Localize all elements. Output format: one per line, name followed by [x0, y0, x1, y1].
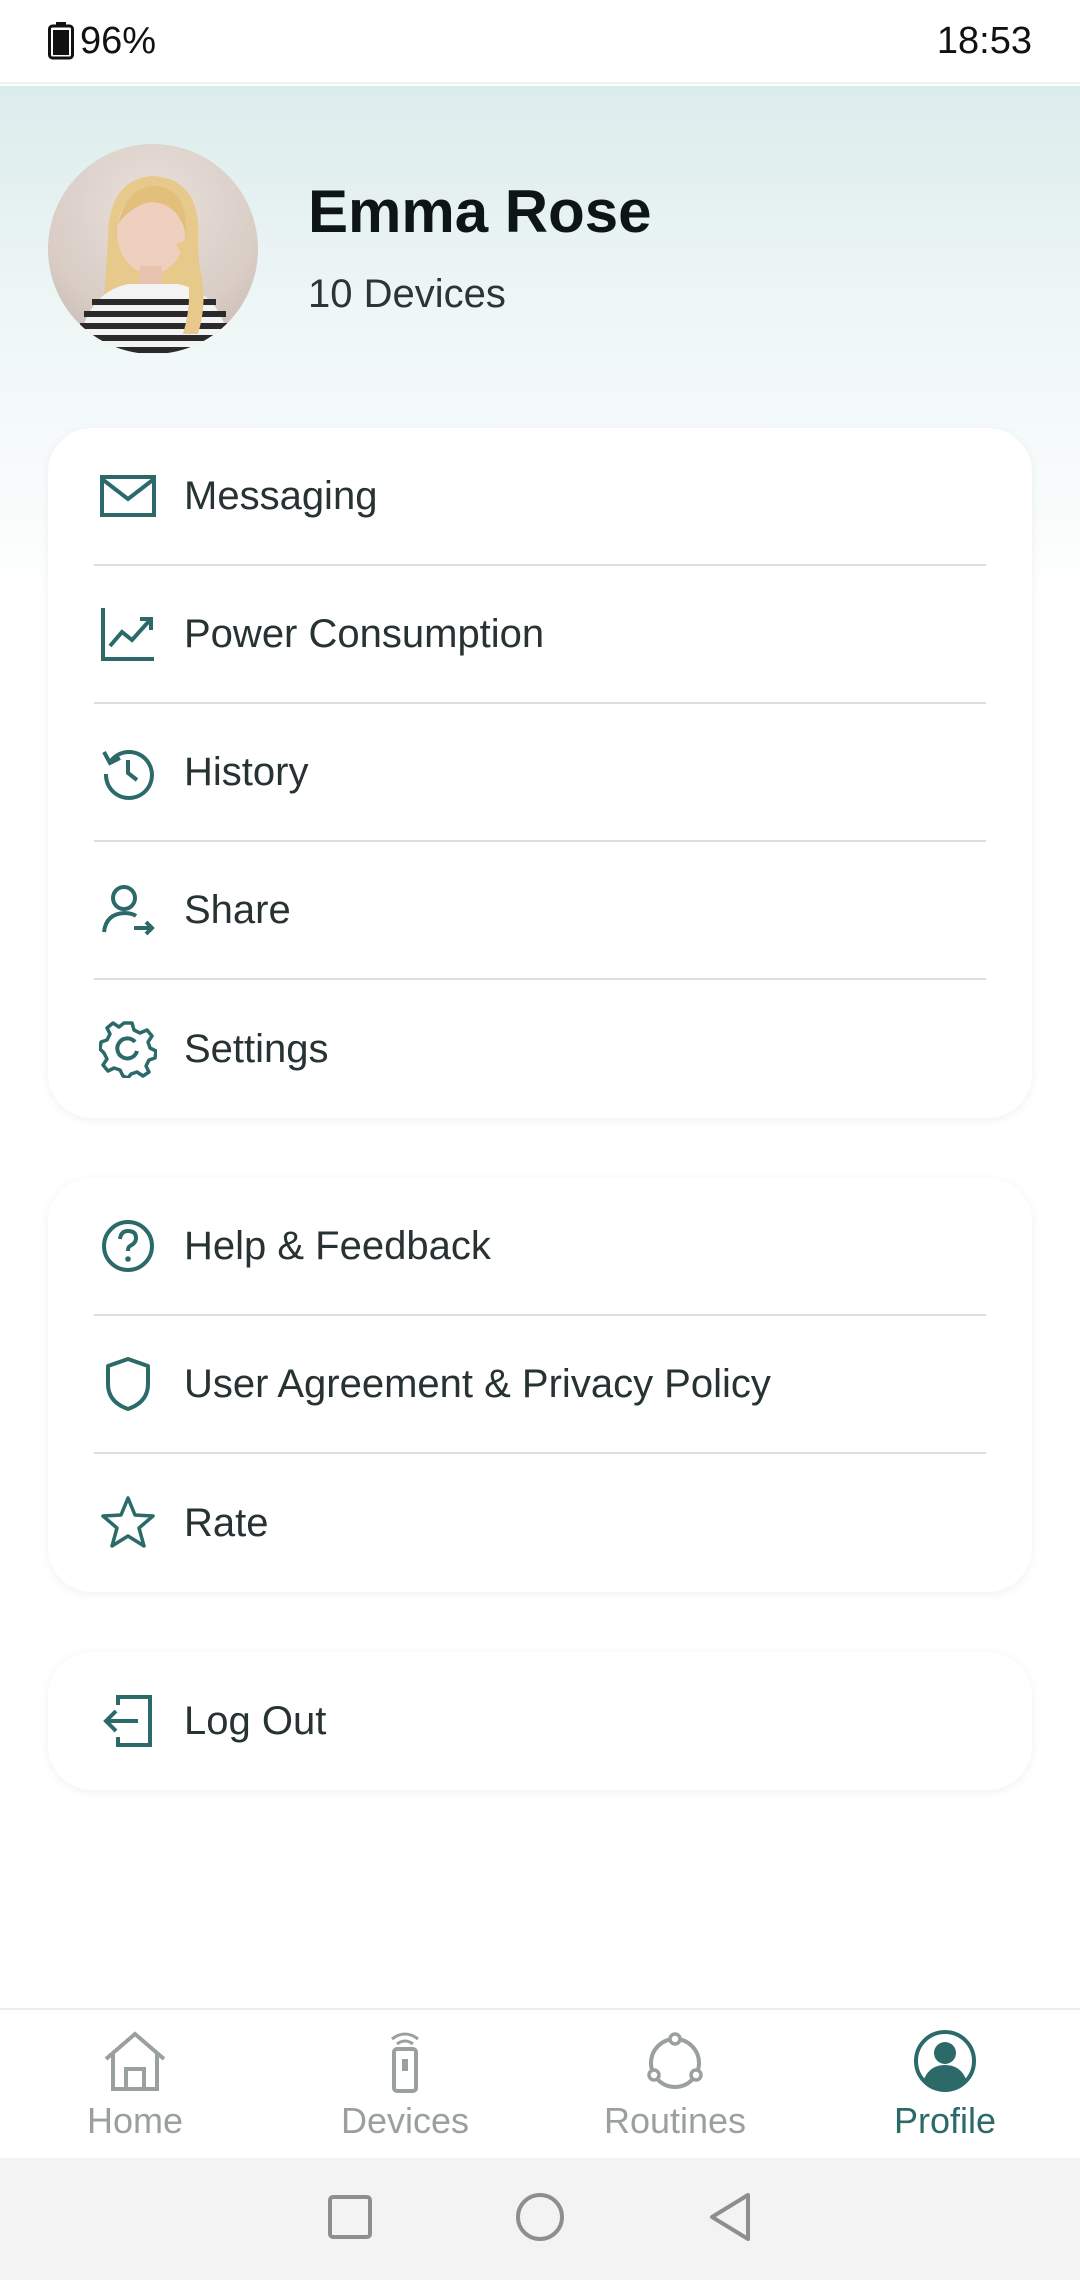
- remote-icon: [370, 2029, 440, 2098]
- menu-item-rate[interactable]: Rate: [94, 1454, 986, 1592]
- nav-tab-profile[interactable]: Profile: [810, 2029, 1080, 2142]
- menu-label: Settings: [184, 1026, 329, 1071]
- nav-tab-devices[interactable]: Devices: [270, 2029, 540, 2142]
- bottom-nav: Home Devices Routines Profile: [0, 2008, 1080, 2160]
- menu-label: Help & Feedback: [184, 1223, 491, 1268]
- menu-label: Rate: [184, 1500, 269, 1545]
- status-bar: 96% 18:53: [0, 0, 1080, 84]
- battery-icon: [48, 22, 74, 60]
- back-icon[interactable]: [706, 2191, 754, 2248]
- shield-icon: [96, 1352, 160, 1416]
- menu-item-settings[interactable]: Settings: [94, 980, 986, 1118]
- menu-item-messaging[interactable]: Messaging: [94, 428, 986, 566]
- avatar[interactable]: [48, 144, 258, 354]
- menu-item-history[interactable]: History: [94, 704, 986, 842]
- nav-label: Profile: [893, 2099, 997, 2141]
- logout-icon: [96, 1689, 160, 1753]
- battery-status: 96%: [48, 20, 156, 63]
- device-count: 10 Devices: [308, 271, 506, 316]
- menu-label: Messaging: [184, 473, 378, 518]
- menu-label: Share: [184, 887, 291, 932]
- user-name: Emma Rose: [308, 177, 652, 245]
- nav-label: Home: [86, 2099, 184, 2141]
- menu-item-log-out[interactable]: Log Out: [94, 1652, 986, 1790]
- menu-label: Power Consumption: [184, 611, 545, 656]
- star-icon: [96, 1491, 160, 1555]
- recent-apps-icon[interactable]: [326, 2193, 374, 2246]
- nav-label: Routines: [603, 2099, 747, 2141]
- routines-icon: [640, 2029, 710, 2098]
- share-user-icon: [96, 878, 160, 942]
- menu-item-user-agreement[interactable]: User Agreement & Privacy Policy: [94, 1316, 986, 1454]
- gear-icon: [96, 1017, 160, 1081]
- help-icon: [96, 1214, 160, 1278]
- nav-label: Devices: [340, 2099, 470, 2141]
- battery-percent: 96%: [80, 19, 157, 62]
- home-circle-icon[interactable]: [514, 2191, 566, 2248]
- system-nav-bar: [0, 2158, 1080, 2280]
- mail-icon: [96, 464, 160, 528]
- nav-tab-home[interactable]: Home: [0, 2029, 270, 2142]
- secondary-menu-card: Help & Feedback User Agreement & Privacy…: [48, 1178, 1032, 1592]
- menu-item-power-consumption[interactable]: Power Consumption: [94, 566, 986, 704]
- history-icon: [96, 740, 160, 804]
- home-icon: [100, 2029, 170, 2098]
- logout-card: Log Out: [48, 1652, 1032, 1790]
- menu-label: Log Out: [184, 1698, 327, 1743]
- primary-menu-card: Messaging Power Consumption History Shar…: [48, 428, 1032, 1118]
- clock: 18:53: [936, 19, 1032, 62]
- profile-header: Emma Rose 10 Devices: [48, 144, 651, 354]
- menu-label: History: [184, 749, 309, 794]
- nav-tab-routines[interactable]: Routines: [540, 2029, 810, 2142]
- profile-icon: [910, 2029, 980, 2098]
- menu-item-help-feedback[interactable]: Help & Feedback: [94, 1178, 986, 1316]
- trend-chart-icon: [96, 602, 160, 666]
- menu-item-share[interactable]: Share: [94, 842, 986, 980]
- menu-label: User Agreement & Privacy Policy: [184, 1361, 771, 1406]
